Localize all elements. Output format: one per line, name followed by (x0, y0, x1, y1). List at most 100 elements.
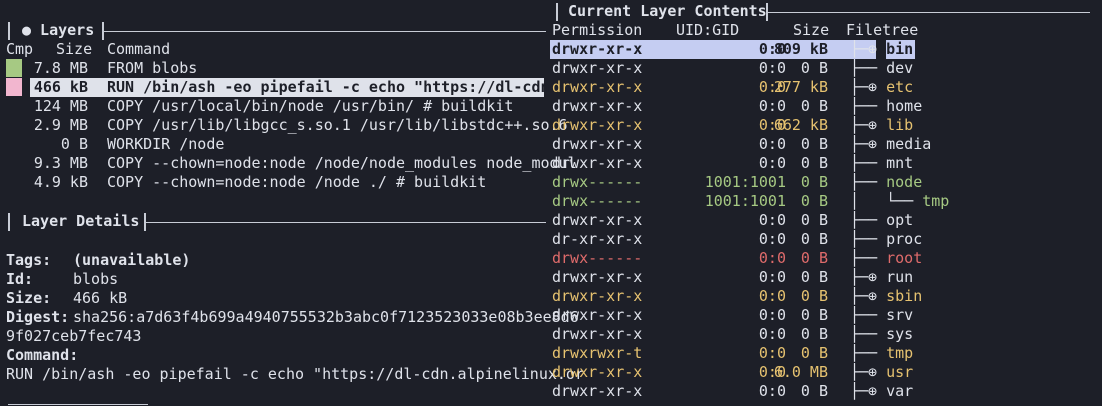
file-name[interactable]: dev (886, 59, 913, 78)
file-size: 0 B (800, 135, 828, 153)
tree-branch-icon: ├─⊕ (850, 363, 887, 381)
file-tree-row[interactable]: drwxr-xr-x 0:0 277 kB ├─⊕ etc (550, 78, 913, 97)
file-name[interactable]: run (886, 268, 913, 287)
tree-branch-icon: ├── (850, 249, 887, 267)
file-name[interactable]: etc (886, 78, 913, 97)
file-size: 0 B (800, 382, 828, 400)
details-bottom-rule (8, 404, 148, 405)
file-name[interactable]: bin (886, 40, 916, 59)
file-size: 0 B (800, 97, 828, 115)
layers-title: ● Layers (22, 21, 95, 39)
file-permission: dr-xr-xr-x (552, 230, 643, 248)
file-tree-row[interactable]: drwxr-xr-x 0:0 6.0 MB ├─⊕ usr (550, 363, 913, 382)
digest-value: sha256:a7d63f4b699a4940755532b3abc0f7123… (73, 308, 579, 326)
file-name[interactable]: tmp (886, 344, 913, 363)
file-name[interactable]: usr (886, 363, 913, 382)
file-permission: drwxr-xr-x (552, 325, 643, 343)
contents-col-uidgid: UID:GID (676, 21, 740, 39)
file-permission: drwxr-xr-x (552, 363, 643, 381)
tree-branch-icon: ├─⊕ (850, 116, 887, 134)
file-tree-row[interactable]: drwxr-xr-x 0:0 0 B ├─⊕ run (550, 268, 913, 287)
file-name[interactable]: mnt (886, 154, 913, 173)
command-value: RUN /bin/ash -eo pipefail -c echo "https… (6, 365, 584, 383)
file-tree-row[interactable]: drwxrwxr-t 0:0 0 B ├── tmp (550, 344, 913, 363)
file-tree-row[interactable]: drwxr-xr-x 0:0 0 B ├─⊕ var (550, 382, 913, 401)
file-tree-row[interactable]: drwx------ 1001:1001 0 B │ └── tmp (550, 192, 949, 211)
file-permission: drwxr-xr-x (552, 59, 643, 77)
layer-command: FROM blobs (107, 59, 198, 77)
size-value: 466 kB (73, 289, 128, 307)
layer-command: COPY /usr/lib/libgcc_s.so.1 /usr/lib/lib… (107, 116, 568, 134)
tree-branch-icon: ├─⊕ (850, 268, 887, 286)
tags-label: Tags: (6, 251, 52, 269)
details-title: Layer Details (22, 212, 140, 230)
layer-row[interactable]: 466 kB RUN /bin/ash -eo pipefail -c echo … (0, 78, 577, 97)
file-tree-row[interactable]: drwxr-xr-x 0:0 0 B ├── opt (550, 211, 913, 230)
file-permission: drwxr-xr-x (552, 116, 643, 134)
file-permission: drwx------ (552, 249, 643, 267)
layer-size: 466 kB (33, 78, 88, 96)
file-tree-row[interactable]: drwxr-xr-x 0:0 0 B ├── srv (550, 306, 913, 325)
tree-branch-icon: ├─⊕ (850, 40, 887, 58)
tree-branch-icon: ├── (850, 211, 887, 229)
file-permission: drwxr-xr-x (552, 211, 643, 229)
file-size: 0 B (800, 249, 828, 267)
file-tree-row[interactable]: drwxr-xr-x 0:0 0 B ├─⊕ media (550, 135, 931, 154)
contents-col-size: Size (793, 21, 830, 39)
layer-size: 124 MB (33, 97, 88, 115)
file-tree-row[interactable]: drwxr-xr-x 0:0 0 B ├── home (550, 97, 922, 116)
layer-size: 4.9 kB (33, 173, 88, 191)
file-name[interactable]: media (886, 135, 931, 154)
layers-col-size: Size (56, 40, 93, 58)
contents-col-permission: Permission (552, 21, 643, 39)
layer-row[interactable]: 7.8 MB FROM blobs (0, 59, 546, 78)
file-name[interactable]: home (886, 97, 922, 116)
layer-row[interactable]: 9.3 MB COPY --chown=node:node /node/node_… (0, 154, 577, 173)
id-value: blobs (73, 270, 119, 288)
file-tree-row[interactable]: drwxr-xr-x 0:0 662 kB ├─⊕ lib (550, 116, 913, 135)
file-permission: drwxr-xr-x (552, 97, 643, 115)
file-name[interactable]: opt (886, 211, 913, 230)
file-name[interactable]: lib (886, 116, 913, 135)
file-tree-row[interactable]: drwxr-xr-x 0:0 0 B ├── sys (550, 325, 913, 344)
file-name[interactable]: sbin (886, 287, 922, 306)
file-permission: drwx------ (552, 192, 643, 210)
file-permission: drwxr-xr-x (552, 306, 643, 324)
layer-row[interactable]: 124 MB COPY /usr/local/bin/node /usr/bin/… (0, 97, 546, 116)
file-name[interactable]: proc (886, 230, 922, 249)
file-name[interactable]: root (886, 249, 922, 268)
layer-command: RUN /bin/ash -eo pipefail -c echo "https… (107, 78, 577, 96)
file-name[interactable]: node (886, 173, 922, 192)
file-permission: drwxr-xr-x (552, 154, 643, 172)
id-label: Id: (6, 270, 34, 288)
digest-label: Digest: (6, 308, 70, 326)
file-size: 0 B (800, 306, 828, 324)
tree-branch-icon: ├── (850, 344, 887, 362)
file-permission: drwxrwxr-t (552, 344, 643, 362)
file-tree-row[interactable]: dr-xr-xr-x 0:0 0 B ├── proc (550, 230, 922, 249)
layer-row[interactable]: 2.9 MB COPY /usr/lib/libgcc_s.so.1 /usr/l… (0, 116, 568, 135)
file-tree-row[interactable]: drwxr-xr-x 0:0 0 B ├── dev (550, 59, 913, 78)
file-permission: drwxr-xr-x (552, 40, 643, 58)
layers-title-rule (104, 31, 546, 32)
file-permission: drwxr-xr-x (552, 78, 643, 96)
file-tree-row[interactable]: drwxr-xr-x 0:0 809 kB ├─⊕ bin (550, 40, 916, 59)
file-size: 0 B (800, 154, 828, 172)
tree-branch-icon: ├── (850, 306, 887, 324)
layer-row[interactable]: 4.9 kB COPY --chown=node:node /node ./ # … (0, 173, 546, 192)
file-name[interactable]: var (886, 382, 913, 401)
contents-title-rule (768, 12, 1090, 13)
file-name[interactable]: srv (886, 306, 913, 325)
file-tree-row[interactable]: drwx------ 0:0 0 B ├── root (550, 249, 922, 268)
file-name[interactable]: sys (886, 325, 913, 344)
file-tree-row[interactable]: drwx------ 1001:1001 0 B ├── node (550, 173, 922, 192)
file-tree-row[interactable]: drwxr-xr-x 0:0 0 B ├── mnt (550, 154, 913, 173)
layer-size: 9.3 MB (33, 154, 88, 172)
command-label: Command: (6, 346, 79, 364)
layer-row[interactable]: 0 B WORKDIR /node (0, 135, 546, 154)
file-permission: drwxr-xr-x (552, 268, 643, 286)
layer-command: WORKDIR /node (107, 135, 225, 153)
file-name[interactable]: tmp (922, 192, 949, 211)
file-tree-row[interactable]: drwxr-xr-x 0:0 0 B ├─⊕ sbin (550, 287, 922, 306)
size-label: Size: (6, 289, 52, 307)
